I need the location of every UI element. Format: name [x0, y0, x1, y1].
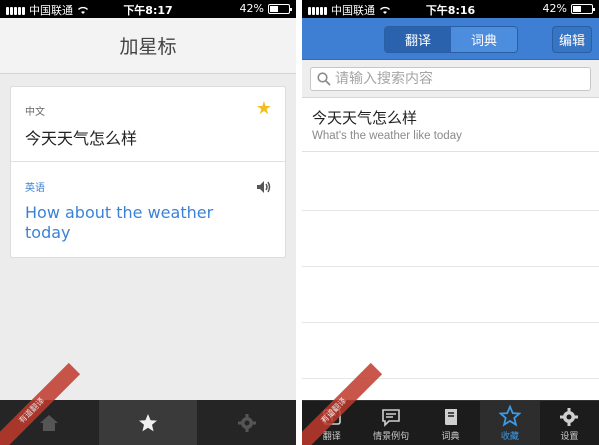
- gear-icon: [560, 408, 579, 426]
- list-divider: [302, 322, 599, 323]
- favorite-source: 今天天气怎么样: [312, 109, 418, 127]
- mode-segmented-control: 翻译 词典: [384, 26, 518, 53]
- battery-percent: 42%: [239, 2, 264, 15]
- list-item[interactable]: 今天天气怎么样 What's the weather like today: [302, 99, 599, 152]
- tab-settings[interactable]: 设置: [540, 401, 599, 445]
- speaker-icon[interactable]: [255, 179, 271, 195]
- chat-icon: [382, 409, 400, 427]
- battery-icon: [571, 3, 595, 14]
- search-input[interactable]: [335, 71, 575, 87]
- source-section: 中文 ★ 今天天气怎么样: [11, 87, 285, 162]
- book-icon: [444, 409, 457, 425]
- list-divider: [302, 266, 599, 267]
- nav-bar: 翻译 词典 编辑: [302, 18, 599, 60]
- status-bar: 中国联通 下午8:17 42%: [0, 0, 296, 18]
- source-text: 今天天气怎么样: [25, 129, 138, 148]
- tab-label: 词典: [441, 432, 460, 442]
- segment-translate[interactable]: 翻译: [385, 27, 451, 52]
- page-title: 加星标: [0, 18, 296, 74]
- star-icon: [139, 413, 157, 431]
- right-phone-screen: 中国联通 下午8:16 42% 翻译 词典 编辑 今天天气怎么样 What's …: [302, 0, 599, 445]
- battery-percent: 42%: [542, 2, 567, 15]
- star-icon: [498, 405, 521, 427]
- tab-dictionary[interactable]: 词典: [421, 401, 480, 445]
- search-icon: [317, 72, 331, 86]
- favorite-translation: What's the weather like today: [312, 130, 462, 142]
- home-icon: [40, 414, 59, 431]
- tab-scenarios[interactable]: 情景例句: [361, 401, 420, 445]
- tab-label: 情景例句: [373, 432, 410, 442]
- search-bar: [302, 60, 599, 98]
- star-icon[interactable]: ★: [256, 100, 272, 118]
- tab-label: 收藏: [500, 432, 519, 442]
- target-text: How about the weather today: [25, 203, 214, 242]
- list-divider: [302, 378, 599, 379]
- tab-settings[interactable]: [197, 400, 296, 445]
- translation-card: 中文 ★ 今天天气怎么样 英语 How about the weather to…: [10, 86, 286, 258]
- status-bar: 中国联通 下午8:16 42%: [302, 0, 599, 18]
- segment-dictionary[interactable]: 词典: [451, 27, 517, 52]
- list-divider: [302, 210, 599, 211]
- search-box: [310, 67, 591, 91]
- source-language-label: 中文: [25, 107, 45, 118]
- target-language-label: 英语: [25, 183, 45, 194]
- gear-icon: [237, 413, 256, 432]
- tab-favorites[interactable]: 收藏: [480, 401, 540, 445]
- left-phone-screen: 中国联通 下午8:17 42% 加星标 中文 ★ 今天天气怎么样 英语 How …: [0, 0, 296, 445]
- tab-label: 设置: [560, 432, 579, 442]
- edit-button[interactable]: 编辑: [552, 26, 592, 53]
- target-section: 英语 How about the weather today: [11, 163, 285, 257]
- tab-starred[interactable]: [98, 400, 198, 445]
- battery-icon: [268, 3, 292, 14]
